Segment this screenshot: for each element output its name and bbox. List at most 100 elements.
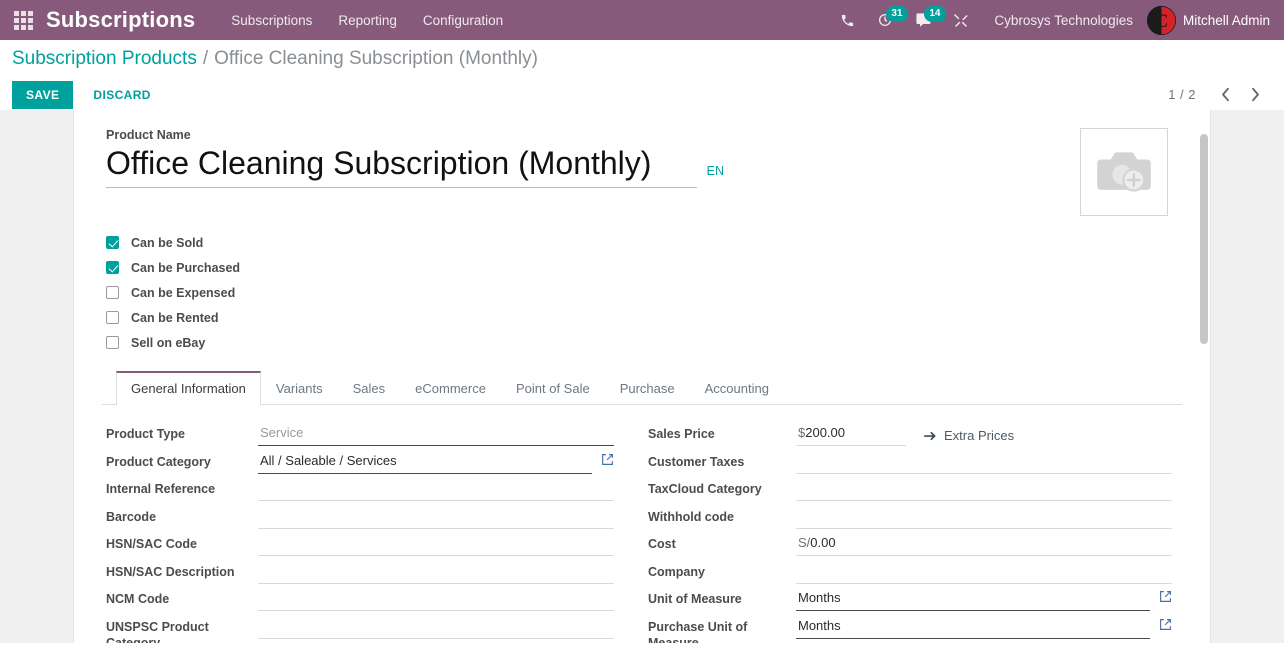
label-purchase-unit-of-measure: Purchase Unit of Measure: [648, 619, 748, 644]
breadcrumb-current: Office Cleaning Subscription (Monthly): [214, 48, 538, 69]
apps-grid-icon[interactable]: [0, 0, 46, 40]
developer-tools-icon[interactable]: [942, 0, 980, 40]
field-customer-taxes: Customer Taxes: [648, 449, 1172, 477]
field-product-category: Product Category All / Saleable / Servic…: [106, 449, 614, 477]
checkbox-row-can-be-rented[interactable]: Can be Rented: [106, 305, 1182, 330]
input-customer-taxes[interactable]: [796, 449, 1172, 474]
messages-chat-icon[interactable]: 14: [904, 0, 946, 40]
language-tag[interactable]: EN: [707, 164, 724, 178]
input-cost[interactable]: S/0.00: [796, 531, 1172, 556]
notebook-tabs: General Information Variants Sales eComm…: [102, 371, 1182, 405]
phone-icon[interactable]: [828, 0, 866, 40]
input-product-category[interactable]: All / Saleable / Services: [258, 449, 592, 474]
internal-link-icon-unit-of-measure[interactable]: [1159, 590, 1172, 608]
checkbox-can-be-sold[interactable]: [106, 236, 119, 249]
record-pager: 1 / 2: [1168, 82, 1268, 108]
label-product-type: Product Type: [106, 427, 185, 441]
discard-button[interactable]: DISCARD: [79, 81, 164, 109]
field-sales-price: Sales Price $200.00 Extra Prices: [648, 421, 1172, 449]
checkbox-can-be-purchased[interactable]: [106, 261, 119, 274]
input-unit-of-measure[interactable]: Months: [796, 586, 1150, 611]
input-withhold-code[interactable]: [796, 504, 1172, 529]
checkbox-row-can-be-purchased[interactable]: Can be Purchased: [106, 255, 1182, 280]
menu-item-reporting[interactable]: Reporting: [338, 13, 397, 28]
input-taxcloud-category[interactable]: [796, 476, 1172, 501]
checkbox-row-can-be-expensed[interactable]: Can be Expensed: [106, 280, 1182, 305]
form-view-area: Product Name Office Cleaning Subscriptio…: [0, 110, 1284, 643]
label-customer-taxes: Customer Taxes: [648, 454, 745, 469]
input-barcode[interactable]: [258, 504, 614, 529]
input-hsn-sac-code[interactable]: [258, 531, 614, 556]
arrow-right-icon: [924, 431, 936, 440]
value-sales-price: 200.00: [805, 425, 845, 440]
internal-link-icon-purchase-unit-of-measure[interactable]: [1159, 618, 1172, 636]
extra-prices-label: Extra Prices: [944, 428, 1015, 443]
input-product-type[interactable]: Service: [258, 421, 614, 446]
form-column-right: Sales Price $200.00 Extra Prices Custome…: [642, 421, 1182, 643]
breadcrumb-root-link[interactable]: Subscription Products: [12, 48, 197, 70]
checkbox-label-sell-on-ebay[interactable]: Sell on eBay: [131, 336, 205, 350]
tab-point-of-sale[interactable]: Point of Sale: [501, 371, 605, 405]
menu-item-subscriptions[interactable]: Subscriptions: [231, 13, 312, 28]
record-action-buttons: SAVE DISCARD: [12, 79, 165, 110]
label-barcode: Barcode: [106, 509, 157, 524]
tab-purchase[interactable]: Purchase: [605, 371, 690, 405]
checkbox-row-can-be-sold[interactable]: Can be Sold: [106, 230, 1182, 255]
field-hsn-sac-description: HSN/SAC Description: [106, 559, 614, 587]
label-ncm-code: NCM Code: [106, 592, 170, 606]
camera-add-photo-icon[interactable]: [1080, 128, 1168, 216]
checkbox-label-can-be-rented[interactable]: Can be Rented: [131, 311, 219, 325]
main-menu: Subscriptions Reporting Configuration: [231, 13, 503, 28]
value-cost: 0.00: [810, 535, 836, 550]
field-cost: Cost S/0.00: [648, 531, 1172, 559]
input-purchase-unit-of-measure[interactable]: Months: [796, 614, 1150, 639]
input-hsn-sac-description[interactable]: [258, 559, 614, 584]
avatar: C: [1146, 5, 1176, 35]
menu-item-configuration[interactable]: Configuration: [423, 13, 503, 28]
product-flags-group: Can be Sold Can be Purchased Can be Expe…: [102, 230, 1182, 355]
checkbox-can-be-expensed[interactable]: [106, 286, 119, 299]
activity-clock-icon[interactable]: 31: [866, 0, 908, 40]
tab-accounting[interactable]: Accounting: [690, 371, 784, 405]
field-product-type: Product Type Service: [106, 421, 614, 449]
checkbox-label-can-be-sold[interactable]: Can be Sold: [131, 236, 203, 250]
tab-general-information[interactable]: General Information: [116, 371, 261, 405]
vertical-scrollbar[interactable]: [1200, 134, 1208, 344]
input-unspsc-product-category[interactable]: [258, 614, 614, 639]
chevron-right-icon[interactable]: [1242, 82, 1268, 108]
label-product-category: Product Category: [106, 454, 211, 469]
chevron-left-icon[interactable]: [1212, 82, 1238, 108]
checkbox-label-can-be-purchased[interactable]: Can be Purchased: [131, 261, 240, 275]
input-internal-reference[interactable]: [258, 476, 614, 501]
company-switcher[interactable]: Cybrosys Technologies: [994, 13, 1133, 28]
checkbox-can-be-rented[interactable]: [106, 311, 119, 324]
label-unit-of-measure: Unit of Measure: [648, 592, 742, 606]
product-name-input[interactable]: Office Cleaning Subscription (Monthly): [106, 144, 697, 188]
save-button[interactable]: SAVE: [12, 80, 74, 109]
label-hsn-sac-code: HSN/SAC Code: [106, 537, 197, 551]
breadcrumb: Subscription Products / Office Cleaning …: [12, 48, 538, 70]
user-menu[interactable]: C Mitchell Admin: [1146, 5, 1274, 35]
input-sales-price[interactable]: $200.00: [796, 421, 906, 446]
checkbox-label-can-be-expensed[interactable]: Can be Expensed: [131, 286, 235, 300]
user-name-label: Mitchell Admin: [1182, 12, 1270, 28]
field-internal-reference: Internal Reference: [106, 476, 614, 504]
navbar-right-tools: 31 14 Cybrosys Technologies C Mitchell A…: [828, 0, 1284, 40]
extra-prices-link[interactable]: Extra Prices: [924, 428, 1014, 443]
input-ncm-code[interactable]: [258, 586, 614, 611]
form-sheet: Product Name Office Cleaning Subscriptio…: [73, 110, 1211, 643]
field-barcode: Barcode: [106, 504, 614, 532]
label-company: Company: [648, 564, 705, 579]
breadcrumb-separator: /: [202, 48, 209, 69]
title-block: Product Name Office Cleaning Subscriptio…: [102, 128, 1182, 216]
checkbox-sell-on-ebay[interactable]: [106, 336, 119, 349]
input-company[interactable]: [796, 559, 1172, 584]
tab-variants[interactable]: Variants: [261, 371, 338, 405]
app-brand-title[interactable]: Subscriptions: [46, 7, 195, 33]
pager-count[interactable]: 1 / 2: [1168, 87, 1208, 102]
label-hsn-sac-description: HSN/SAC Description: [106, 564, 235, 579]
checkbox-row-sell-on-ebay[interactable]: Sell on eBay: [106, 330, 1182, 355]
internal-link-icon-product-category[interactable]: [601, 453, 614, 471]
tab-ecommerce[interactable]: eCommerce: [400, 371, 501, 405]
tab-sales[interactable]: Sales: [338, 371, 401, 405]
